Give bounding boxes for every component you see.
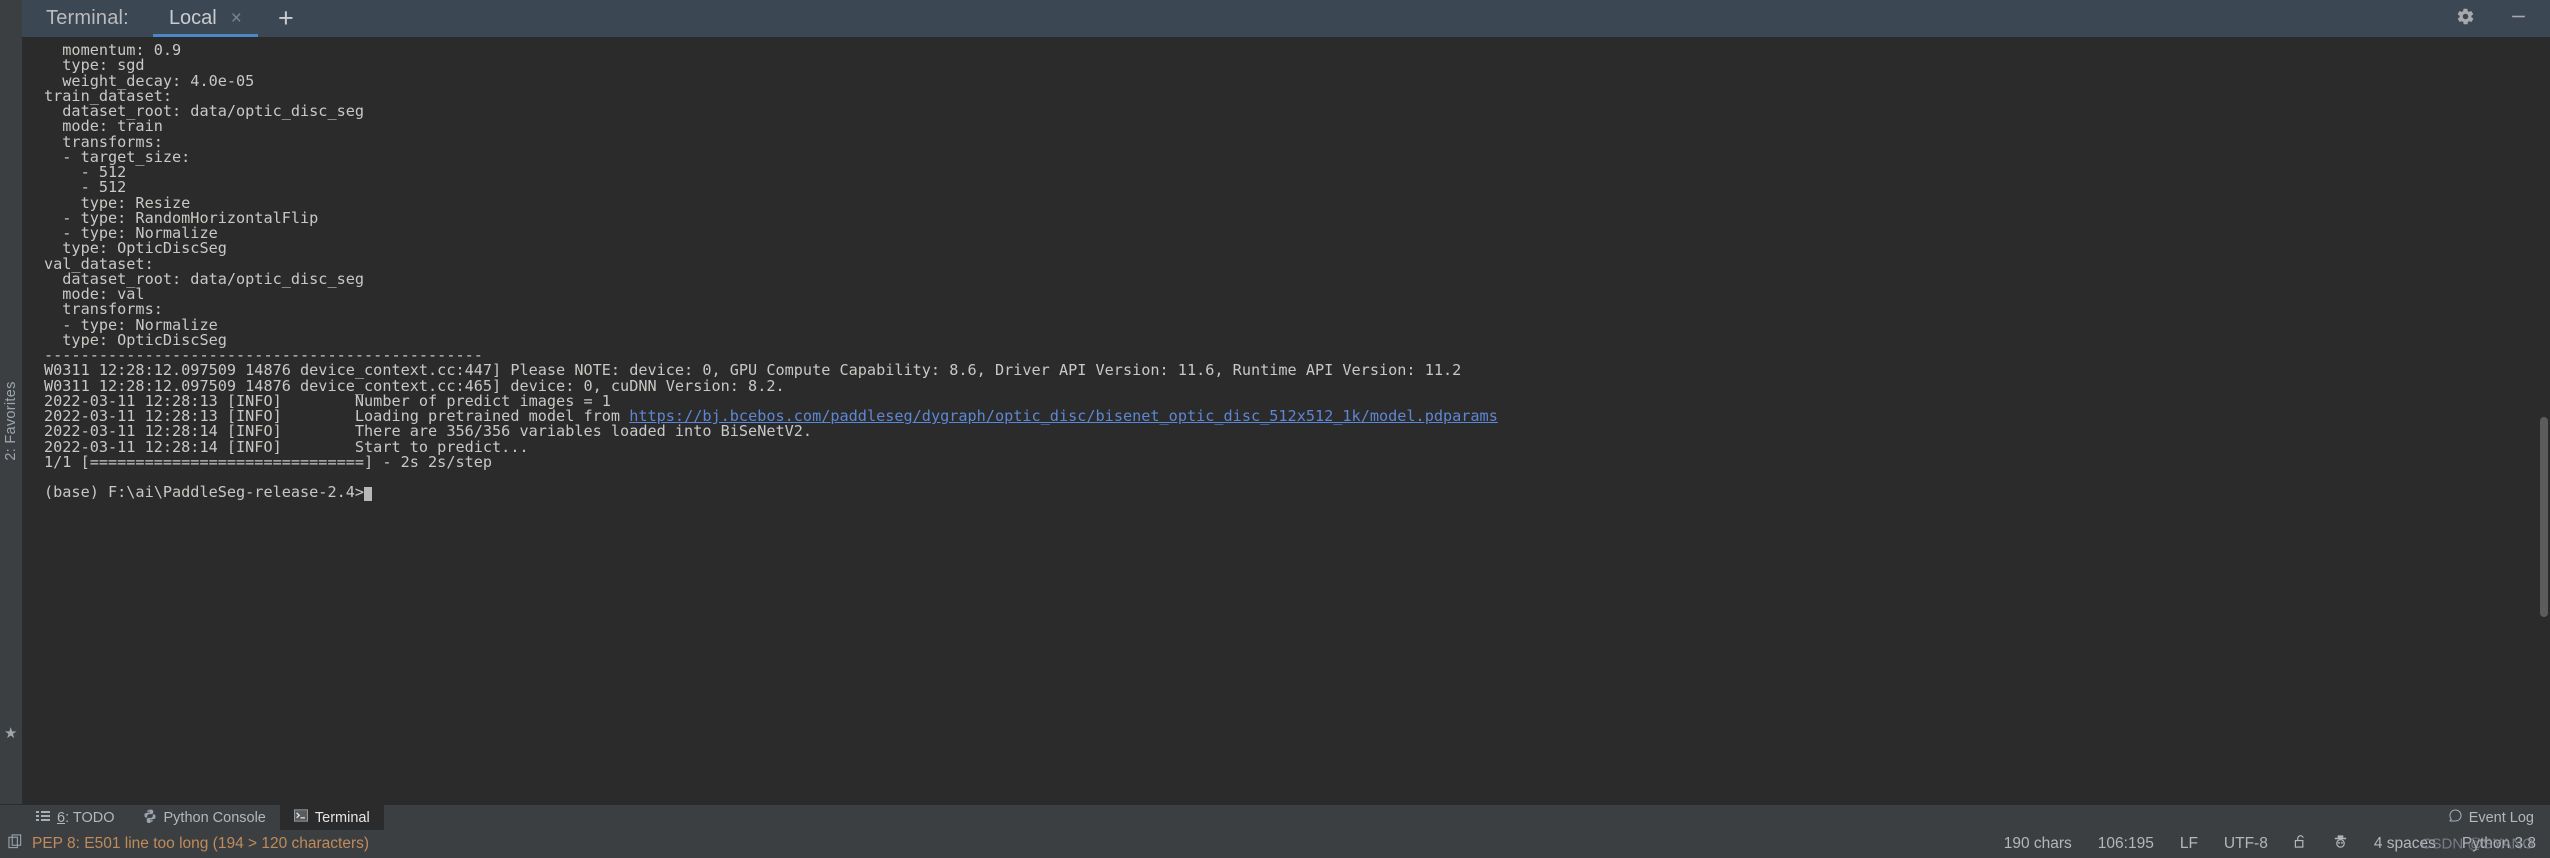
tool-window-python-console[interactable]: Python Console [129,805,280,830]
todo-icon [36,810,50,826]
terminal-scrollbar[interactable] [2540,417,2548,617]
status-bar-right: 190 chars 106:195 LF UTF-8 4 spaces Pyth… [2004,834,2536,854]
terminal-line: train_dataset: [44,86,173,105]
terminal-line: (base) F:\ai\PaddleSeg-release-2.4> [44,483,2550,502]
event-log-icon [2449,809,2462,826]
terminal-line: type: Resize [44,193,191,212]
terminal-line: type: sgd [44,56,145,75]
terminal-line: mode: train [44,117,163,136]
terminal-line: type: OpticDiscSeg [44,239,227,258]
status-bar: PEP 8: E501 line too long (194 > 120 cha… [0,830,2550,858]
add-terminal-tab-button[interactable]: + [264,0,308,37]
terminal-line: transforms: [44,132,163,151]
tabbar-left-gutter [0,0,22,37]
terminal-line: - 512 [44,163,127,181]
inspection-icon[interactable] [8,834,23,854]
terminal-tab-bar: Terminal: Local × + [0,0,2550,37]
char-count: 190 chars [2003,835,2072,852]
ide-body: 2: Favorites ★ momentum: 0.9 type: sgd w… [0,37,2550,804]
terminal-output[interactable]: momentum: 0.9 type: sgd weight_decay: 4.… [22,37,2550,804]
tool-window-spacer [384,805,2435,830]
terminal-line: - type: RandomHorizontalFlip [44,208,319,227]
terminal-line: mode: val [44,285,145,303]
minimize-icon[interactable] [2509,7,2528,31]
file-encoding[interactable]: UTF-8 [2224,835,2268,853]
terminal-tab-label: Local [168,7,217,29]
inspection-message[interactable]: PEP 8: E501 line too long (194 > 120 cha… [32,835,369,853]
gear-icon[interactable] [2456,7,2475,31]
star-icon: ★ [4,725,18,742]
terminal-line: - type: Normalize [44,224,218,242]
terminal-line: - type: Normalize [44,315,218,334]
tool-window-terminal[interactable]: Terminal [279,805,384,830]
terminal-line: 1/1 [==============================] - 2… [44,452,493,471]
line-separator[interactable]: LF [2180,835,2198,853]
terminal-title: Terminal: [46,7,129,29]
ide-window: Terminal: Local × + 2: Favorites ★ momen… [0,0,2550,858]
caret-position[interactable]: 106:195 [2098,835,2154,853]
python-interpreter[interactable]: Python 3.8 [2462,835,2536,853]
favorites-strip[interactable]: 2: Favorites ★ [0,37,22,804]
terminal-line: - target_size: [44,147,191,166]
terminal-line: val_dataset: [44,254,154,273]
terminal-lines: momentum: 0.9 type: sgd weight_decay: 4.… [44,41,2550,502]
terminal-tab-local[interactable]: Local × [147,0,264,37]
python-icon [143,809,157,827]
tool-window-python-console-label: Python Console [163,809,266,826]
terminal-line: dataset_root: data/optic_disc_seg [44,269,365,288]
tool-window-terminal-label: Terminal [314,809,370,826]
event-log-label: Event Log [2468,809,2534,826]
terminal-line: momentum: 0.9 [44,41,182,59]
tabbar-actions [2456,0,2550,37]
lock-icon[interactable] [2294,834,2307,854]
shell-prompt: (base) F:\ai\PaddleSeg-release-2.4> [44,483,365,502]
indent-setting[interactable]: 4 spaces [2374,835,2436,853]
terminal-icon [293,809,308,826]
favorites-label[interactable]: 2: Favorites [3,381,19,460]
hacker-icon[interactable] [2333,834,2348,854]
terminal-cursor [364,487,373,502]
tool-window-todo-mnemonic: 6 [57,809,66,826]
tool-window-todo[interactable]: 6: TODO [22,805,129,830]
terminal-line: dataset_root: data/optic_disc_seg [44,102,365,120]
terminal-line: - 512 [44,178,127,197]
event-log-button[interactable]: Event Log [2435,805,2550,830]
close-icon[interactable]: × [231,9,242,28]
terminal-line: weight_decay: 4.0e-05 [44,71,255,90]
terminal-line: transforms: [44,300,163,319]
tabbar-filler [308,0,2456,37]
tool-window-todo-label: : TODO [65,809,115,826]
status-bar-left: PEP 8: E501 line too long (194 > 120 cha… [8,834,369,854]
tool-window-bar: 6: TODO Python Console Terminal Event Lo… [0,804,2550,830]
